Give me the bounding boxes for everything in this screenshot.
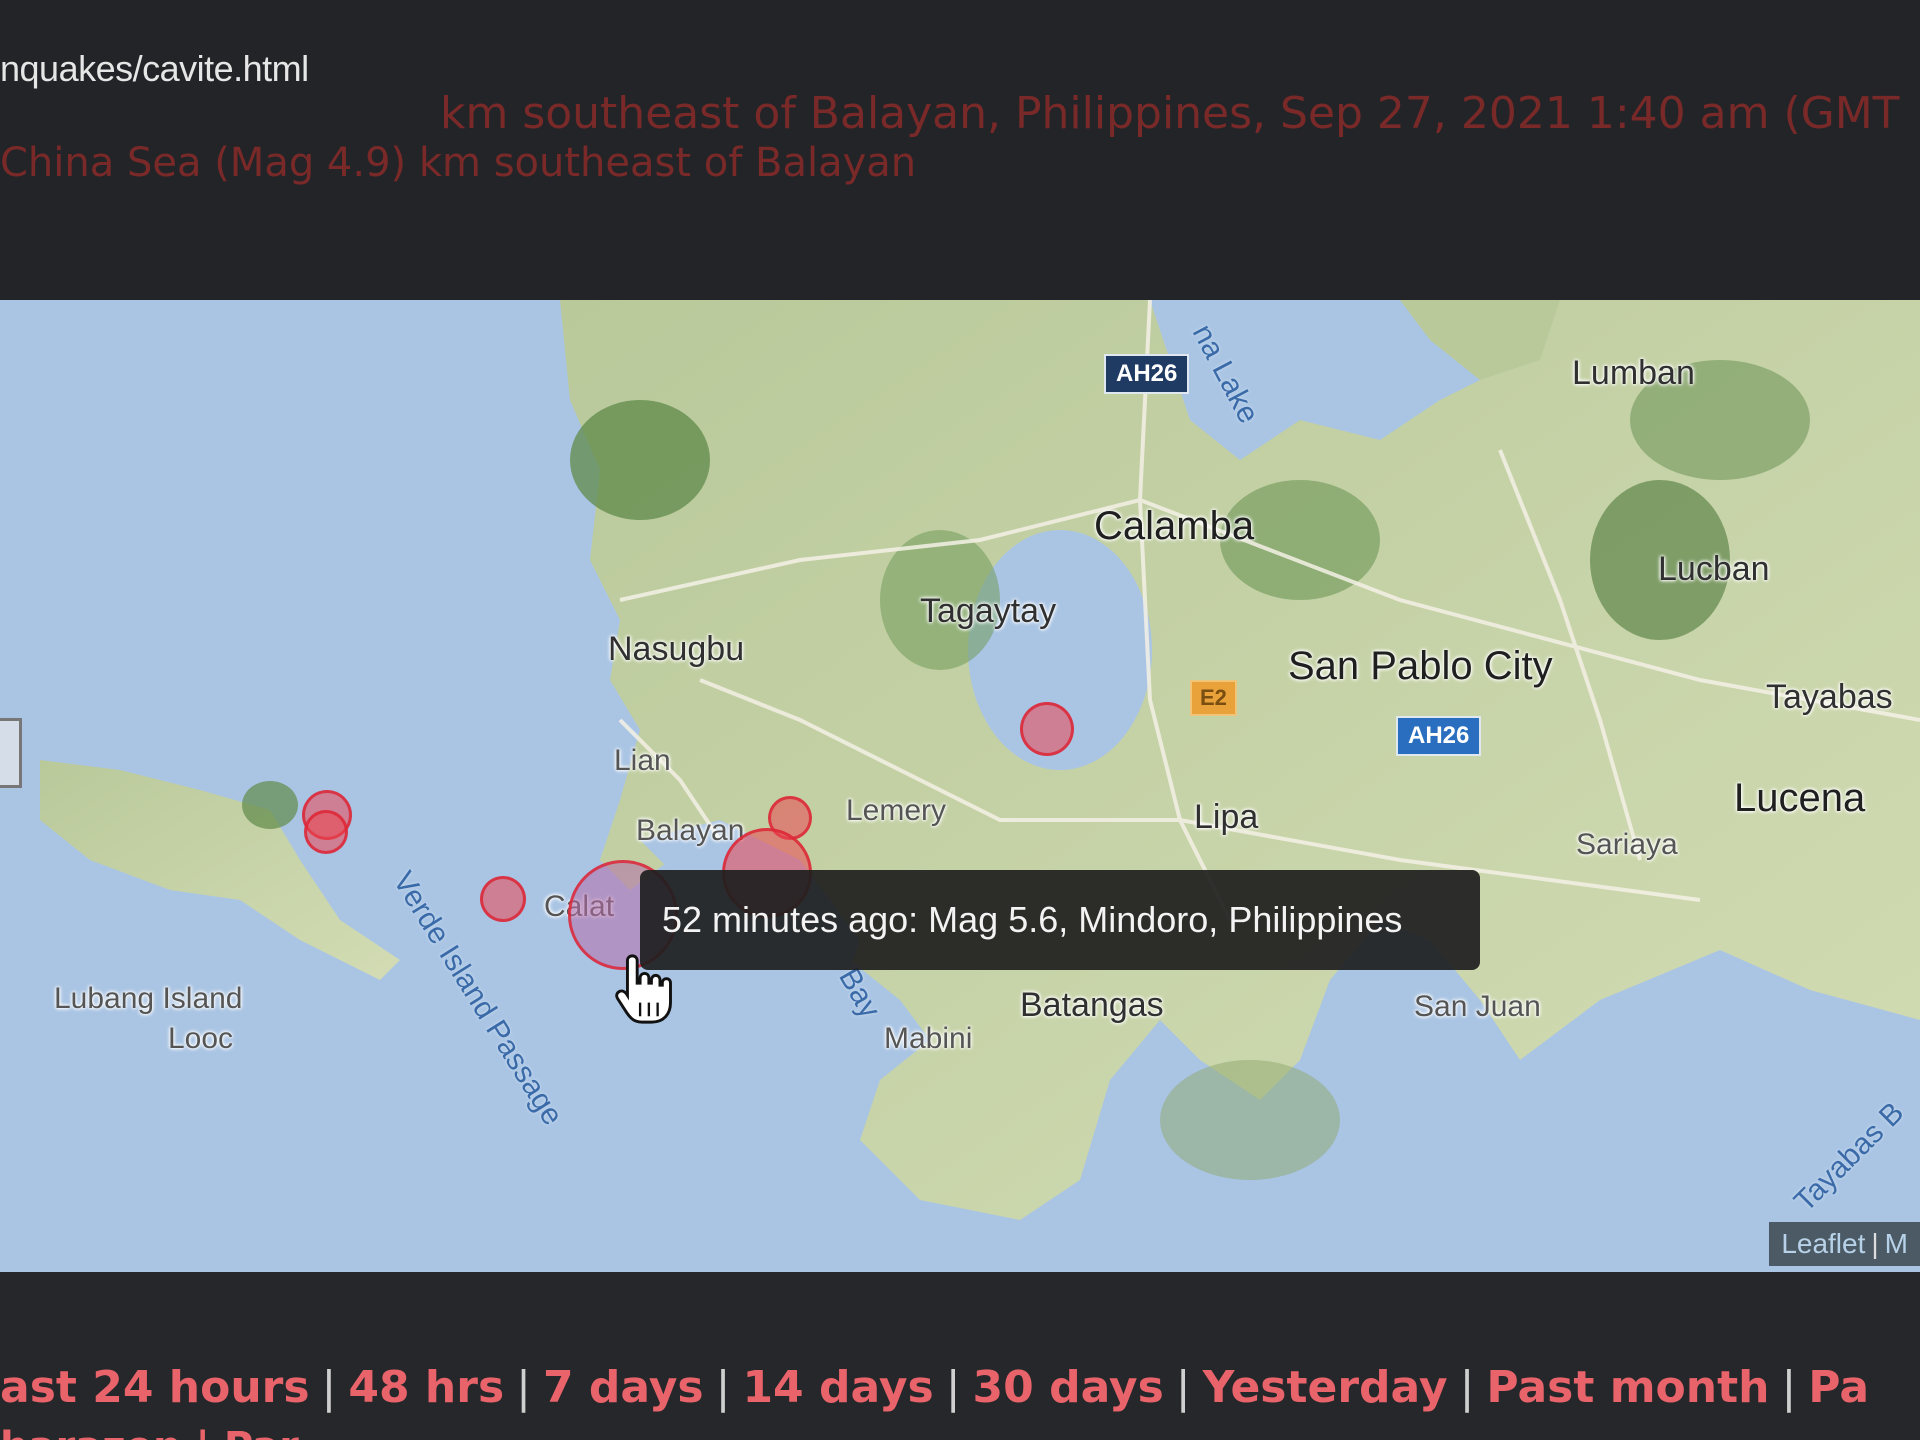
place-tagaytay: Tagaytay — [920, 592, 1057, 630]
place-lucban: Lucban — [1658, 550, 1770, 588]
nav-48-hrs[interactable]: 48 hrs — [348, 1362, 504, 1413]
nav-separator: | — [321, 1362, 337, 1413]
place-lucena: Lucena — [1734, 776, 1866, 820]
place-san-pablo-city: San Pablo City — [1288, 644, 1553, 688]
earthquake-map[interactable]: AH26 AH26 E2 Calamba Tagaytay Nasugbu Li… — [0, 300, 1920, 1272]
place-lumban: Lumban — [1572, 354, 1695, 392]
nav-separator: | — [516, 1362, 531, 1413]
attribution-more[interactable]: M — [1885, 1228, 1908, 1259]
place-san-juan: San Juan — [1414, 990, 1541, 1023]
place-nasugbu: Nasugbu — [608, 630, 745, 668]
quake-marker[interactable] — [1020, 702, 1074, 756]
nav-yesterday[interactable]: Yesterday — [1203, 1362, 1448, 1413]
nav-30-days[interactable]: 30 days — [973, 1362, 1164, 1413]
time-range-nav: ast 24 hours | 48 hrs | 7 days | 14 days | 30 da… — [0, 1272, 1920, 1440]
map-zoom-control[interactable] — [0, 718, 22, 788]
place-calamba: Calamba — [1094, 504, 1255, 548]
place-batangas: Batangas — [1020, 986, 1164, 1024]
time-range-links: ast 24 hours | 48 hrs | 7 days | 14 days | 30 da… — [0, 1362, 1869, 1413]
nav-more[interactable]: Pa — [1808, 1362, 1869, 1413]
place-lipa: Lipa — [1194, 798, 1259, 836]
map-terrain — [0, 300, 1920, 1272]
nav-separator: | — [945, 1362, 961, 1413]
place-sariaya: Sariaya — [1576, 828, 1678, 861]
place-looc: Looc — [168, 1022, 234, 1055]
page-url: nquakes/cavite.html — [0, 48, 309, 89]
secondary-nav-links[interactable]: harazon | Par — [0, 1424, 299, 1440]
road-shield-e2: E2 — [1190, 680, 1237, 716]
leaflet-link[interactable]: Leaflet — [1781, 1228, 1865, 1259]
nav-7-days[interactable]: 7 days — [543, 1362, 704, 1413]
place-tayabas: Tayabas — [1766, 678, 1893, 716]
nav-separator: | — [1175, 1362, 1191, 1413]
nav-separator: | — [1781, 1362, 1797, 1413]
road-shield-ah26: AH26 — [1104, 354, 1190, 394]
place-lemery: Lemery — [846, 794, 947, 827]
place-mabini: Mabini — [884, 1022, 973, 1055]
nav-separator: | — [1459, 1362, 1475, 1413]
hand-cursor-icon — [615, 954, 672, 1024]
nav-past-month[interactable]: Past month — [1486, 1362, 1769, 1413]
nav-14-days[interactable]: 14 days — [742, 1362, 933, 1413]
quake-tooltip: 52 minutes ago: Mag 5.6, Mindoro, Philip… — [640, 870, 1480, 970]
previous-quake-text[interactable]: China Sea (Mag 4.9) km southeast of Bala… — [0, 140, 916, 186]
map-attribution: Leaflet | M — [1769, 1222, 1920, 1266]
page-header: nquakes/cavite.html km southeast of Bala… — [0, 0, 1920, 300]
road-shield-ah26: AH26 — [1396, 716, 1482, 756]
nav-last-24-hours[interactable]: ast 24 hours — [0, 1362, 310, 1413]
place-lubang-island: Lubang Island — [54, 982, 243, 1015]
place-lian: Lian — [614, 744, 671, 777]
latest-quake-text[interactable]: km southeast of Balayan, Philippines, Se… — [440, 88, 1900, 139]
quake-marker[interactable] — [480, 876, 526, 922]
place-balayan: Balayan — [636, 814, 745, 847]
quake-marker[interactable] — [304, 810, 348, 854]
nav-separator: | — [715, 1362, 731, 1413]
attribution-separator: | — [1871, 1228, 1879, 1259]
